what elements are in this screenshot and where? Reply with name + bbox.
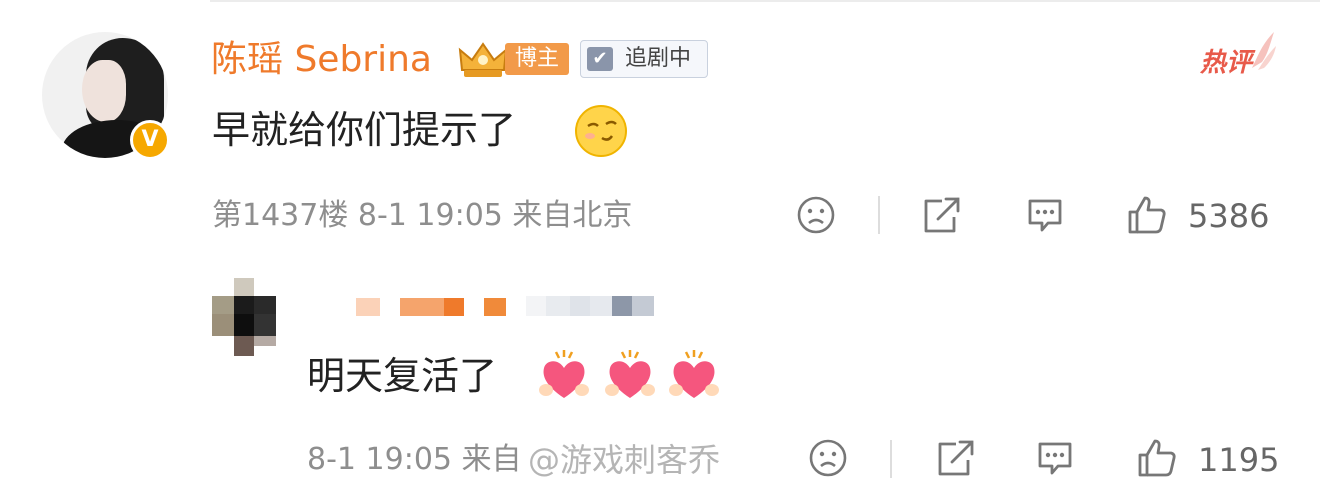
- comment-icon[interactable]: [1034, 438, 1076, 478]
- heart-emoji-icon: [669, 350, 719, 398]
- reply-username-blurred[interactable]: [300, 296, 660, 316]
- watermark: @游戏刺客乔: [528, 441, 721, 479]
- reply-avatar[interactable]: [212, 278, 276, 356]
- check-icon: ✔: [587, 47, 613, 71]
- heart-emoji-icon: [539, 350, 589, 398]
- crown-icon: [458, 42, 508, 77]
- comment-meta: 第1437楼 8-1 19:05 来自北京: [212, 198, 633, 233]
- wing-icon: [1252, 32, 1276, 70]
- like-icon[interactable]: [1136, 437, 1178, 479]
- blogger-badge: 博主: [505, 43, 570, 75]
- watching-tag-label: 追剧中: [625, 46, 692, 71]
- reply-text: 明天复活了: [307, 354, 498, 398]
- comment-icon[interactable]: [1024, 195, 1066, 235]
- hot-comment-label: 热评: [1200, 48, 1253, 78]
- like-count: 5386: [1188, 197, 1270, 235]
- action-divider: [878, 196, 880, 234]
- sad-face-icon[interactable]: [808, 438, 848, 478]
- smirk-emoji-icon: [575, 105, 627, 157]
- action-divider: [890, 440, 892, 478]
- comment-text: 早就给你们提示了: [212, 108, 517, 152]
- watching-tag[interactable]: ✔ 追剧中: [580, 40, 708, 78]
- username[interactable]: 陈瑶 Sebrina: [211, 36, 432, 84]
- share-icon[interactable]: [934, 438, 976, 478]
- heart-emoji-icon: [605, 350, 655, 398]
- verified-v-icon: V: [130, 120, 170, 160]
- like-count: 1195: [1198, 441, 1280, 479]
- top-divider: [210, 0, 1320, 2]
- share-icon[interactable]: [920, 195, 962, 235]
- reply-meta: 8-1 19:05 来自: [307, 442, 522, 477]
- sad-face-icon[interactable]: [796, 195, 836, 235]
- like-icon[interactable]: [1126, 194, 1168, 236]
